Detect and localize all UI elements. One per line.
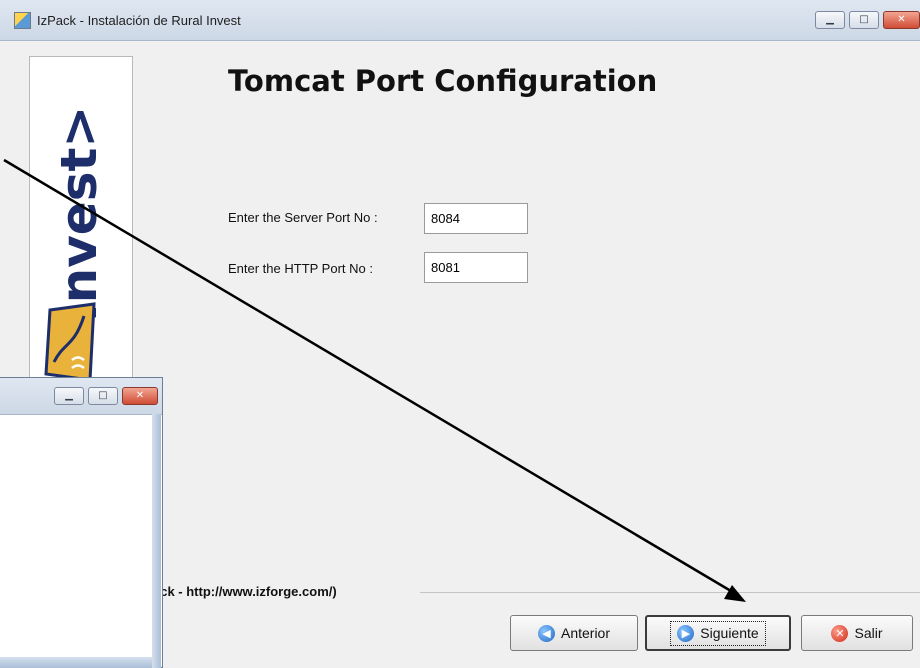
server-port-input[interactable]: [424, 203, 528, 234]
back-button[interactable]: ◀ Anterior: [510, 615, 638, 651]
close-circle-icon: ✕: [831, 624, 849, 642]
window-title: IzPack - Instalación de Rural Invest: [37, 13, 241, 28]
background-minimize-button[interactable]: ▁: [54, 387, 84, 405]
http-port-input[interactable]: [424, 252, 528, 283]
background-window-frame: [152, 414, 161, 668]
background-maximize-button[interactable]: □: [88, 387, 118, 405]
maximize-icon: □: [859, 14, 869, 25]
rural-invest-logo-icon: [44, 302, 96, 382]
logo-panel: Invest>: [29, 56, 133, 386]
background-window-title-bar[interactable]: ▁ □ ✕: [0, 378, 162, 415]
close-icon: ✕: [897, 14, 906, 25]
izpack-credit-text: ack - http://www.izforge.com/): [153, 584, 337, 599]
next-button-label: Siguiente: [700, 625, 759, 641]
http-port-label: Enter the HTTP Port No :: [228, 261, 373, 276]
footer-divider: [420, 592, 920, 593]
maximize-icon: □: [98, 390, 108, 401]
server-port-label: Enter the Server Port No :: [228, 210, 378, 225]
minimize-icon: ▁: [65, 390, 73, 401]
background-window-frame-bottom: [0, 657, 152, 668]
title-bar[interactable]: IzPack - Instalación de Rural Invest ▁ □…: [0, 0, 920, 41]
background-window[interactable]: ▁ □ ✕: [0, 377, 163, 668]
arrow-left-icon: ◀: [537, 624, 555, 642]
background-close-button[interactable]: ✕: [122, 387, 158, 405]
arrow-right-icon: ▶: [677, 624, 695, 642]
quit-button[interactable]: ✕ Salir: [801, 615, 913, 651]
next-button[interactable]: ▶ Siguiente: [645, 615, 791, 651]
maximize-button[interactable]: □: [849, 11, 879, 29]
back-button-label: Anterior: [560, 625, 611, 641]
minimize-button[interactable]: ▁: [815, 11, 845, 29]
minimize-icon: ▁: [826, 14, 834, 25]
app-icon: [14, 12, 31, 29]
close-button[interactable]: ✕: [883, 11, 920, 29]
next-button-focus: ▶ Siguiente: [670, 620, 766, 646]
logo-text: Invest>: [50, 105, 108, 322]
quit-button-label: Salir: [854, 625, 883, 641]
page-title: Tomcat Port Configuration: [228, 64, 658, 98]
close-icon: ✕: [135, 390, 145, 401]
